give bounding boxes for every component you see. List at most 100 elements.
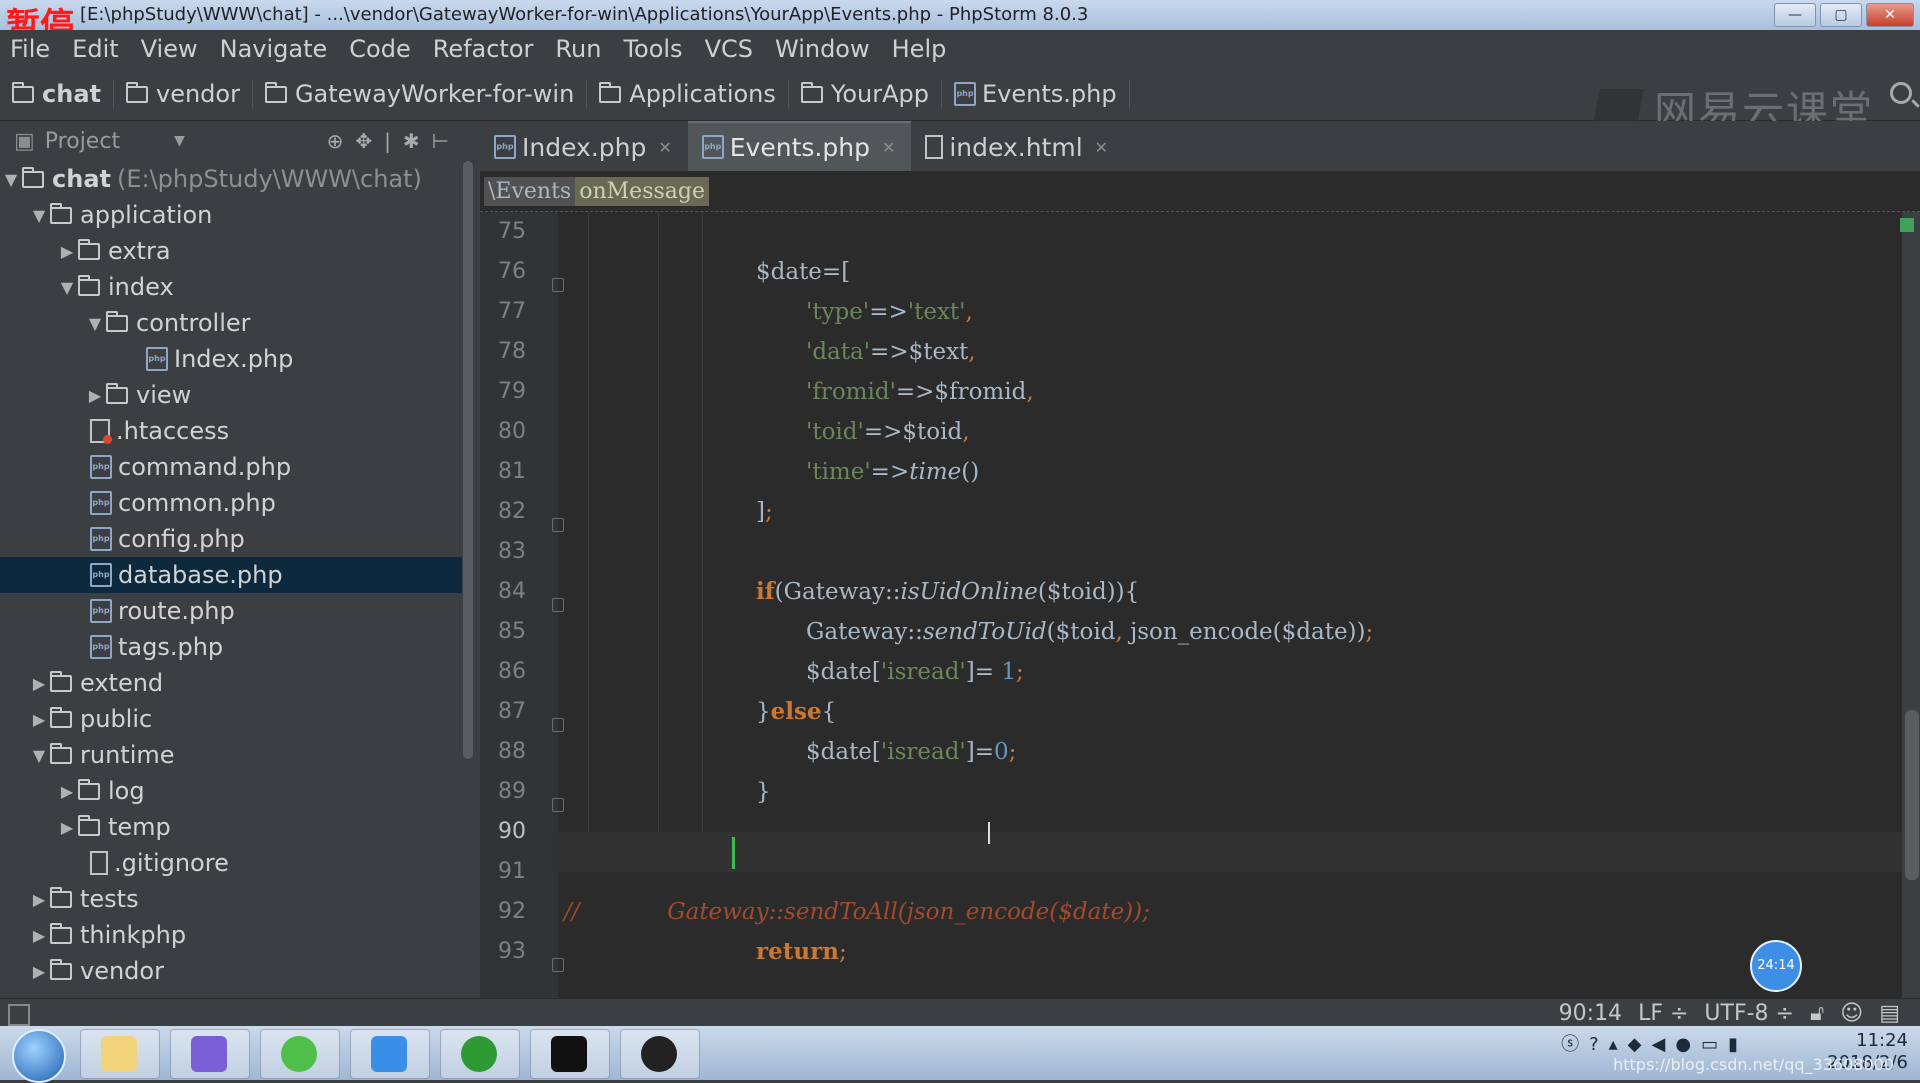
tree-item-route-php[interactable]: php route.php [0,593,462,629]
tree-item-common-php[interactable]: php common.php [0,485,462,521]
fold-marker-icon[interactable] [552,718,564,732]
tree-item-htaccess[interactable]: .htaccess [0,413,462,449]
expanded-arrow-icon[interactable]: ▼ [28,746,50,765]
breadcrumb-vendor[interactable]: vendor [125,80,253,108]
menu-code[interactable]: Code [349,35,410,63]
tree-item-database-php[interactable]: php database.php [0,557,462,593]
menu-vcs[interactable]: VCS [705,35,753,63]
breadcrumb-events-php[interactable]: php Events.php [954,80,1130,108]
breadcrumb-chat[interactable]: chat [12,80,114,108]
taskbar-app-green[interactable] [440,1029,520,1079]
line-separator[interactable]: LF ÷ [1638,1001,1688,1026]
start-button[interactable] [12,1029,66,1083]
menu-file[interactable]: File [10,35,50,63]
editor-scrollbar[interactable] [1905,710,1919,880]
expanded-arrow-icon[interactable]: ▼ [28,206,50,225]
menu-view[interactable]: View [141,35,198,63]
tree-item-tags-php[interactable]: php tags.php [0,629,462,665]
minimize-button[interactable]: — [1774,3,1816,27]
fold-marker-icon[interactable] [552,598,564,612]
tree-item-runtime[interactable]: ▼ runtime [0,737,462,773]
tree-item-extra[interactable]: ▶ extra [0,233,462,269]
breadcrumb-gatewayworker[interactable]: GatewayWorker-for-win [264,80,588,108]
menu-refactor[interactable]: Refactor [433,35,534,63]
collapsed-arrow-icon[interactable]: ▶ [28,926,50,945]
collapsed-arrow-icon[interactable]: ▶ [28,674,50,693]
close-tab-icon[interactable]: ✕ [1095,138,1108,157]
tool-window-toggle-icon[interactable] [8,1004,30,1026]
code-editor[interactable]: 75 76 77 78 79 80 81 82 83 84 85 86 87 8… [480,212,1902,998]
collapsed-arrow-icon[interactable]: ▶ [28,962,50,981]
lock-icon[interactable]: 🔓︎ [1810,1001,1824,1026]
text-caret [732,837,735,869]
tree-item-public[interactable]: ▶ public [0,701,462,737]
project-selector[interactable]: Project [45,129,120,154]
tree-item-view[interactable]: ▶ view [0,377,462,413]
breadcrumb-applications[interactable]: Applications [599,80,789,108]
fold-marker-icon[interactable] [552,798,564,812]
menu-run[interactable]: Run [555,35,601,63]
taskbar-phpstorm[interactable] [170,1029,250,1079]
close-tab-icon[interactable]: ✕ [658,138,671,157]
taskbar-app-w[interactable] [350,1029,430,1079]
menu-window[interactable]: Window [775,35,870,63]
inspector-icon[interactable]: ☺︎ [1840,1001,1863,1026]
collapsed-arrow-icon[interactable]: ▶ [56,818,78,837]
tree-item-tests[interactable]: ▶ tests [0,881,462,917]
line-number: 76 [498,259,526,284]
taskbar-explorer[interactable] [80,1029,160,1079]
tree-item-config-php[interactable]: php config.php [0,521,462,557]
collapsed-arrow-icon[interactable]: ▶ [56,782,78,801]
tree-item-thinkphp[interactable]: ▶ thinkphp [0,917,462,953]
code-breadcrumb-class[interactable]: \Events [484,177,576,206]
tree-item-vendor[interactable]: ▶ vendor [0,953,462,989]
menu-help[interactable]: Help [892,35,947,63]
taskbar-browser[interactable] [260,1029,340,1079]
tree-item-extend[interactable]: ▶ extend [0,665,462,701]
tray-icons[interactable]: ⓢ?▴◆◀●▭▮ [1561,1034,1748,1056]
collapsed-arrow-icon[interactable]: ▶ [28,890,50,909]
tree-item-temp[interactable]: ▶ temp [0,809,462,845]
menu-tools[interactable]: Tools [623,35,682,63]
expanded-arrow-icon[interactable]: ▼ [84,314,106,333]
taskbar-obs[interactable] [620,1029,700,1079]
tab-index-html[interactable]: index.html ✕ [911,123,1124,171]
tree-item-chat[interactable]: ▼ chat (E:\phpStudy\WWW\chat) [0,161,462,197]
tree-item-log[interactable]: ▶ log [0,773,462,809]
folder-icon [50,670,72,692]
collapsed-arrow-icon[interactable]: ▶ [84,386,106,405]
event-log-icon[interactable]: ▤ [1879,1001,1900,1026]
tab-index-php[interactable]: php Index.php ✕ [480,123,688,171]
maximize-button[interactable]: ▢ [1820,3,1862,27]
tree-item-application[interactable]: ▼ application [0,197,462,233]
tree-item-index-php[interactable]: php Index.php [0,341,462,377]
file-encoding[interactable]: UTF-8 ÷ [1704,1001,1794,1026]
fold-marker-icon[interactable] [552,278,564,292]
menu-edit[interactable]: Edit [72,35,118,63]
clock-time[interactable]: 11:24 [1827,1030,1908,1052]
code-breadcrumb-method[interactable]: onMessage [575,177,709,206]
caret-position[interactable]: 90:14 [1559,1001,1622,1026]
expanded-arrow-icon[interactable]: ▼ [56,278,78,297]
no-errors-indicator[interactable] [1900,218,1914,232]
menu-navigate[interactable]: Navigate [220,35,328,63]
fold-marker-icon[interactable] [552,518,564,532]
taskbar-terminal[interactable] [530,1029,610,1079]
close-button[interactable]: ✕ [1866,3,1914,27]
close-tab-icon[interactable]: ✕ [882,138,895,157]
tree-item-controller[interactable]: ▼ controller [0,305,462,341]
collapsed-arrow-icon[interactable]: ▶ [56,242,78,261]
tree-item-command-php[interactable]: php command.php [0,449,462,485]
search-icon[interactable] [1890,82,1912,104]
collapsed-arrow-icon[interactable]: ▶ [28,710,50,729]
project-dropdown-icon[interactable]: ▼ [174,133,185,149]
code-line-79: 'fromid'=>$fromid, [806,379,1034,405]
tree-item-index[interactable]: ▼ index [0,269,462,305]
project-tools[interactable]: ⊕✥|✱⊢ [327,129,461,153]
tab-events-php[interactable]: php Events.php ✕ [687,121,912,171]
fold-marker-icon[interactable] [552,958,564,972]
expanded-arrow-icon[interactable]: ▼ [0,170,22,189]
breadcrumb-yourapp[interactable]: YourApp [800,80,943,108]
tree-item-gitignore[interactable]: .gitignore [0,845,462,881]
project-scrollbar[interactable] [463,161,473,759]
